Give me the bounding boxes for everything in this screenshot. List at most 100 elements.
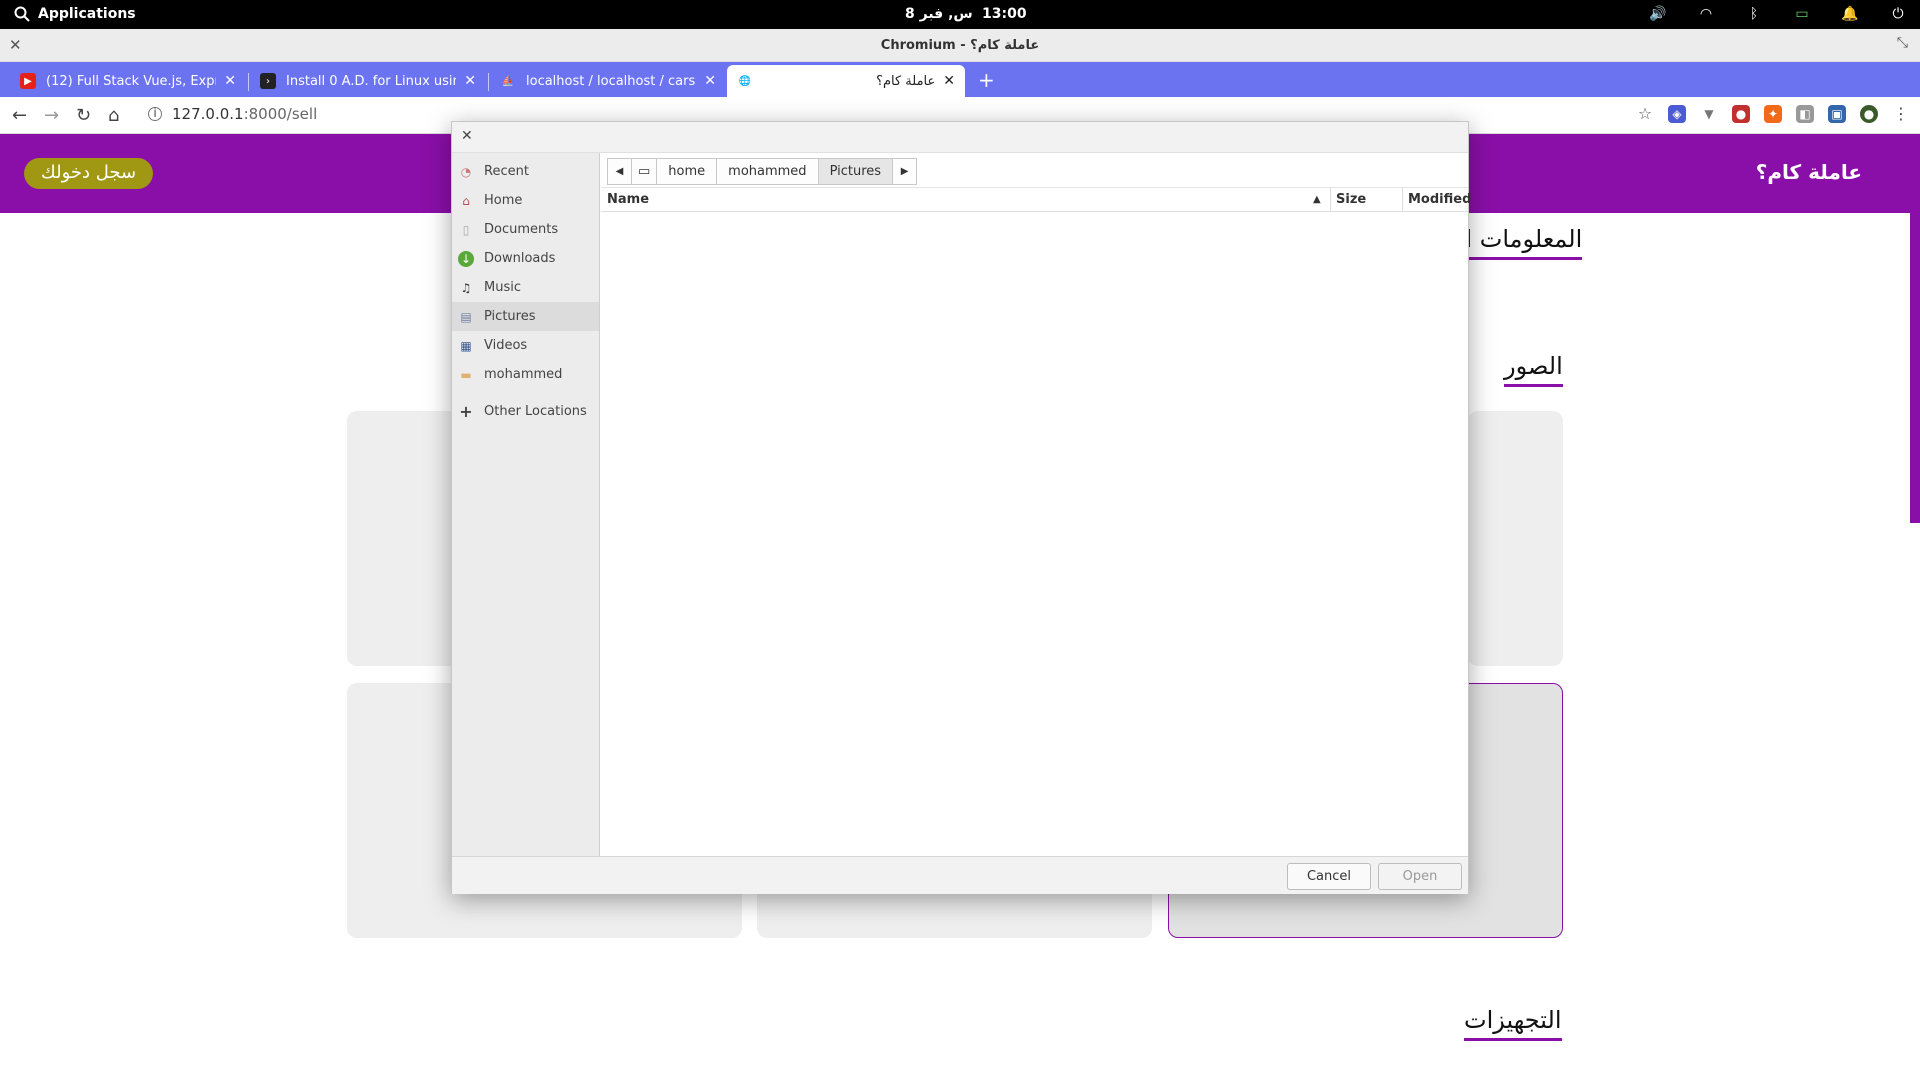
system-top-bar: Applications س, فبر 8 13:00 🔊 ◠ ᛒ ▭ 🔔 ⏻ <box>0 0 1920 29</box>
site-info-icon[interactable]: i <box>148 107 162 121</box>
tab-label: عاملة كام؟ <box>876 73 936 89</box>
tab-label: Install 0 A.D. for Linux using the <box>286 73 456 89</box>
youtube-icon: ▶ <box>20 73 36 89</box>
applications-label: Applications <box>38 6 136 22</box>
home-icon[interactable]: ⌂ <box>108 105 119 126</box>
videos-icon: ▦ <box>460 338 472 353</box>
clock-date[interactable]: س, فبر 8 <box>905 6 973 22</box>
extension-orange-icon[interactable]: ✦ <box>1764 105 1782 123</box>
cancel-button[interactable]: Cancel <box>1287 863 1371 890</box>
downloads-icon: ↓ <box>458 250 474 267</box>
sidebar-item-label: mohammed <box>484 367 563 382</box>
system-tray: 🔊 ◠ ᛒ ▭ 🔔 ⏻ <box>1648 5 1908 23</box>
bluetooth-icon[interactable]: ᛒ <box>1744 5 1764 23</box>
extension-blue-icon[interactable]: ▣ <box>1828 105 1846 123</box>
tab-youtube[interactable]: ▶ (12) Full Stack Vue.js, Express & ✕ <box>10 65 246 97</box>
bookmark-star-icon[interactable]: ☆ <box>1636 105 1654 123</box>
window-title: Chromium - عاملة كام؟ <box>880 38 1040 53</box>
sidebar-item-downloads[interactable]: ↓ Downloads <box>452 244 599 273</box>
tab-phpmyadmin[interactable]: ⛵ localhost / localhost / carsmark ✕ <box>490 65 726 97</box>
site-brand[interactable]: عاملة كام؟ <box>1756 160 1862 184</box>
window-restore-icon[interactable]: ⤡ <box>1897 35 1908 51</box>
reload-icon[interactable]: ↻ <box>76 105 91 126</box>
photo-slot[interactable] <box>1468 411 1563 666</box>
section-heading-photos: الصور <box>1504 352 1563 387</box>
sidebar-item-videos[interactable]: ▦ Videos <box>452 331 599 360</box>
sidebar-item-label: Downloads <box>484 251 556 266</box>
sidebar-item-pictures[interactable]: ▤ Pictures <box>452 302 599 331</box>
battery-icon[interactable]: ▭ <box>1792 5 1812 23</box>
terminal-icon: › <box>260 73 276 89</box>
path-forward-icon[interactable]: ▶ <box>892 157 918 185</box>
plus-icon: + <box>459 402 473 421</box>
sidebar-item-documents[interactable]: ▯ Documents <box>452 215 599 244</box>
pictures-icon: ▤ <box>460 309 472 324</box>
sidebar-item-other-locations[interactable]: + Other Locations <box>452 397 599 426</box>
path-segment-home[interactable]: home <box>656 157 718 185</box>
tab-install-0ad[interactable]: › Install 0 A.D. for Linux using the ✕ <box>250 65 486 97</box>
sidebar-item-mohammed[interactable]: ▬ mohammed <box>452 360 599 389</box>
new-tab-icon[interactable]: + <box>978 68 995 92</box>
power-icon[interactable]: ⏻ <box>1888 5 1908 23</box>
recent-icon: ◔ <box>460 164 472 179</box>
window-title-bar: ✕ Chromium - عاملة كام؟ ⤡ <box>0 29 1920 62</box>
sidebar-item-label: Music <box>484 280 521 295</box>
file-list[interactable] <box>601 213 1468 856</box>
sidebar-item-label: Videos <box>484 338 528 353</box>
tab-active[interactable]: 🌐 عاملة كام؟ ✕ <box>727 65 965 97</box>
path-segment-mohammed[interactable]: mohammed <box>716 157 819 185</box>
page-scrollbar[interactable] <box>1910 213 1920 523</box>
dialog-footer: Cancel Open <box>452 856 1468 894</box>
column-modified[interactable]: Modified <box>1408 192 1471 207</box>
globe-icon: 🌐 <box>738 75 752 87</box>
profile-avatar[interactable]: ● <box>1860 105 1878 123</box>
documents-icon: ▯ <box>462 222 470 237</box>
extension-red-icon[interactable]: ● <box>1732 105 1750 123</box>
file-chooser-dialog: ✕ ◔ Recent ⌂ Home ▯ Documents ↓ Download… <box>451 121 1471 894</box>
applications-menu[interactable]: Applications <box>14 6 136 22</box>
dialog-title-bar: ✕ <box>452 122 1468 153</box>
path-bar: ◀ ▭ home mohammed Pictures ▶ <box>607 156 918 186</box>
sidebar-item-home[interactable]: ⌂ Home <box>452 186 599 215</box>
wifi-icon[interactable]: ◠ <box>1696 5 1716 23</box>
column-name[interactable]: Name <box>607 192 649 207</box>
sidebar-item-label: Other Locations <box>484 404 587 419</box>
url-field[interactable]: i 127.0.0.1:8000/sell <box>148 105 317 123</box>
tab-label: (12) Full Stack Vue.js, Express & <box>46 73 216 89</box>
tab-label: localhost / localhost / carsmark <box>526 73 696 89</box>
open-button[interactable]: Open <box>1378 863 1462 890</box>
login-button[interactable]: سجل دخولك <box>24 158 153 189</box>
search-icon <box>14 6 30 22</box>
sidebar-item-recent[interactable]: ◔ Recent <box>452 157 599 186</box>
url-path: :8000/sell <box>243 105 318 123</box>
notifications-icon[interactable]: 🔔 <box>1840 5 1860 23</box>
places-sidebar: ◔ Recent ⌂ Home ▯ Documents ↓ Downloads … <box>452 153 600 856</box>
sidebar-item-label: Pictures <box>484 309 536 324</box>
sort-ascending-icon[interactable]: ▲ <box>1313 194 1321 205</box>
tab-close-icon[interactable]: ✕ <box>704 73 716 89</box>
drive-icon[interactable]: ▭ <box>631 157 658 185</box>
dialog-close-icon[interactable]: ✕ <box>461 128 473 144</box>
extension-gray-icon[interactable]: ◧ <box>1796 105 1814 123</box>
volume-icon[interactable]: 🔊 <box>1648 5 1668 23</box>
back-icon[interactable]: ← <box>12 105 27 126</box>
column-size[interactable]: Size <box>1336 192 1366 207</box>
extensions-area: ☆ ◈ ▼ ● ✦ ◧ ▣ ● ⋮ <box>1636 105 1910 123</box>
path-segment-pictures[interactable]: Pictures <box>817 157 894 185</box>
home-icon: ⌂ <box>462 193 470 208</box>
extension-vue-icon[interactable]: ▼ <box>1700 105 1718 123</box>
menu-dots-icon[interactable]: ⋮ <box>1892 105 1910 123</box>
tab-close-icon[interactable]: ✕ <box>943 73 955 89</box>
tab-close-icon[interactable]: ✕ <box>224 73 236 89</box>
tab-close-icon[interactable]: ✕ <box>464 73 476 89</box>
sidebar-item-label: Home <box>484 193 523 208</box>
extension-shield-icon[interactable]: ◈ <box>1668 105 1686 123</box>
tab-strip: ▶ (12) Full Stack Vue.js, Express & ✕ › … <box>0 62 1920 97</box>
file-list-header: Name ▲ Size Modified <box>601 187 1471 212</box>
sidebar-item-label: Recent <box>484 164 529 179</box>
path-back-icon[interactable]: ◀ <box>607 157 632 185</box>
forward-icon[interactable]: → <box>44 105 59 126</box>
sidebar-item-music[interactable]: ♫ Music <box>452 273 599 302</box>
clock-time[interactable]: 13:00 <box>982 6 1027 22</box>
folder-icon: ▬ <box>460 367 472 382</box>
